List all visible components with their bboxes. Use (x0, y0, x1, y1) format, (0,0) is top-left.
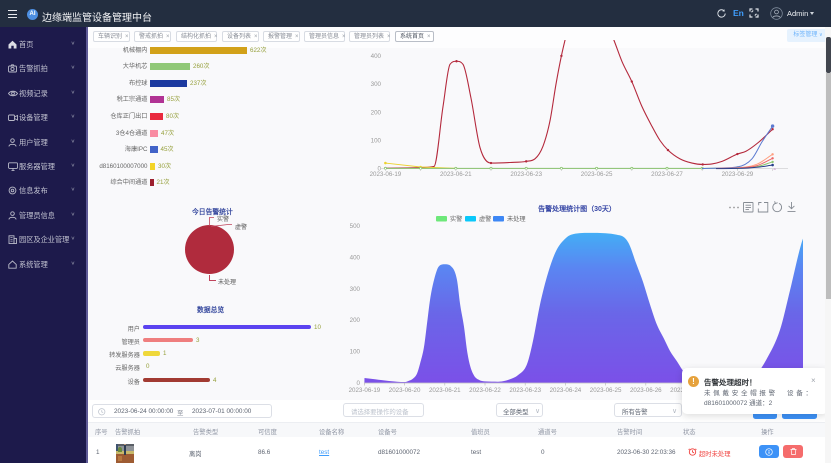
svg-text:2023-06-22: 2023-06-22 (469, 387, 501, 394)
svg-text:2023-06-23: 2023-06-23 (509, 387, 541, 394)
svg-text:100: 100 (350, 349, 361, 356)
svg-text:2023-06-21: 2023-06-21 (429, 387, 461, 394)
svg-text:2023-06-20: 2023-06-20 (389, 387, 421, 394)
svg-text:2023-06-21: 2023-06-21 (440, 171, 472, 178)
svg-text:200: 200 (350, 317, 361, 324)
svg-text:2023-06-29: 2023-06-29 (722, 171, 754, 178)
svg-text:告警处理统计图（30天）: 告警处理统计图（30天） (538, 204, 616, 213)
svg-text:2023-06-25: 2023-06-25 (581, 171, 613, 178)
svg-text:300: 300 (350, 286, 361, 293)
svg-text:2023-06-25: 2023-06-25 (590, 387, 622, 394)
svg-text:2023-06-19: 2023-06-19 (370, 171, 402, 178)
svg-text:2023-06-19: 2023-06-19 (349, 387, 381, 394)
svg-text:200: 200 (371, 109, 382, 116)
svg-text:未处理: 未处理 (507, 215, 526, 223)
svg-text:2023-06-23: 2023-06-23 (510, 171, 542, 178)
svg-text:2023-06-26: 2023-06-26 (630, 387, 662, 394)
svg-text:2023-06-27: 2023-06-27 (651, 171, 683, 178)
svg-text:500: 500 (350, 223, 361, 230)
svg-text:实警: 实警 (450, 215, 462, 223)
svg-text:0: 0 (357, 380, 361, 387)
svg-text:虚警: 虚警 (479, 215, 491, 223)
svg-text:2023-06-24: 2023-06-24 (550, 387, 582, 394)
svg-text:300: 300 (371, 81, 382, 88)
svg-text:400: 400 (350, 254, 361, 261)
svg-text:100: 100 (371, 138, 382, 145)
svg-text:400: 400 (371, 53, 382, 60)
